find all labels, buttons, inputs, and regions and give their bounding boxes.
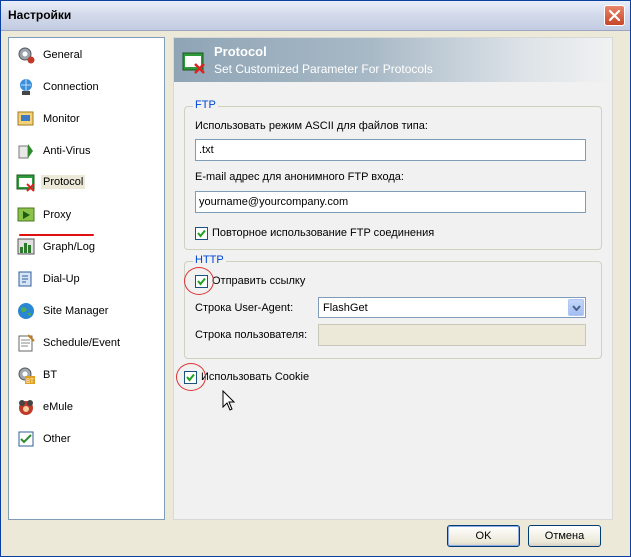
sidebar-item-label: Proxy: [43, 209, 72, 221]
dialup-icon: [18, 271, 32, 287]
user-agent-value: FlashGet: [323, 302, 368, 314]
sidebar-item-connection[interactable]: Connection: [14, 74, 159, 100]
section-banner: Protocol Set Customized Parameter For Pr…: [174, 38, 612, 82]
graph-icon: [17, 238, 35, 255]
sidebar-item-label: Other: [43, 433, 71, 445]
highlight-circle: [184, 267, 214, 295]
reuse-connection-label: Повторное использование FTP соединения: [212, 227, 435, 239]
sidebar-item-label: Graph/Log: [43, 241, 95, 253]
sidebar-item-other[interactable]: Other: [14, 426, 159, 452]
section-subtitle: Set Customized Parameter For Protocols: [214, 62, 433, 76]
email-label: E-mail адрес для анонимного FTP входа:: [195, 171, 404, 183]
reuse-connection-checkbox[interactable]: [195, 227, 208, 240]
http-group: HTTP Отправить ссылку Строка User-Agent:…: [184, 254, 602, 359]
settings-panel: Protocol Set Customized Parameter For Pr…: [173, 37, 613, 520]
emule-icon: [19, 400, 33, 415]
sidebar-item-label: Schedule/Event: [43, 337, 121, 349]
sidebar-item-label: Connection: [43, 81, 99, 93]
chevron-down-icon: [572, 305, 581, 311]
cancel-button[interactable]: Отмена: [528, 525, 601, 547]
sidebar-item-graphlog[interactable]: Graph/Log: [14, 234, 159, 260]
protocol-icon: [182, 52, 205, 74]
sidebar-item-general[interactable]: General: [14, 42, 159, 68]
ftp-group: FTP Использовать режим ASCII для файлов …: [184, 99, 602, 250]
sidebar-item-proxy[interactable]: Proxy: [14, 202, 159, 228]
svg-text:BT: BT: [26, 378, 34, 385]
sidebar-item-label: Anti-Virus: [43, 145, 91, 157]
connection-icon: [20, 79, 32, 95]
section-title: Protocol: [214, 44, 267, 59]
selection-underline: [19, 234, 94, 236]
http-legend: HTTP: [193, 254, 226, 266]
sidebar-item-sitemanager[interactable]: Site Manager: [14, 298, 159, 324]
ftp-legend: FTP: [193, 99, 218, 111]
sidebar-item-label: BT: [43, 369, 58, 381]
sidebar-item-bt[interactable]: BT BT: [14, 362, 159, 388]
dropdown-button[interactable]: [568, 299, 584, 316]
close-button[interactable]: [604, 5, 625, 26]
monitor-icon: [17, 111, 34, 126]
ok-button[interactable]: OK: [447, 525, 520, 547]
bt-icon: BT: [18, 367, 35, 385]
sidebar-item-label: Dial-Up: [43, 273, 80, 285]
sidebar-item-label: eMule: [43, 401, 73, 413]
gear-icon: [18, 47, 35, 64]
settings-window: Настройки General Connection Monitor Ant…: [0, 0, 631, 557]
highlight-circle: [176, 363, 206, 391]
use-cookie-label: Использовать Cookie: [201, 371, 310, 383]
ascii-label: Использовать режим ASCII для файлов типа…: [195, 120, 428, 132]
sidebar-item-protocol[interactable]: Protocol: [14, 170, 159, 196]
checklist-icon: [18, 431, 34, 447]
close-icon: [608, 9, 621, 22]
sidebar-item-emule[interactable]: eMule: [14, 394, 159, 420]
sidebar-item-dialup[interactable]: Dial-Up: [14, 266, 159, 292]
user-agent-select[interactable]: FlashGet: [318, 297, 586, 318]
sidebar-item-label: Monitor: [43, 113, 80, 125]
settings-sidebar: General Connection Monitor Anti-Virus Pr…: [8, 37, 165, 520]
user-string-input[interactable]: [318, 324, 586, 346]
mouse-cursor-icon: [222, 390, 236, 411]
window-title: Настройки: [8, 8, 72, 22]
sidebar-item-label: Site Manager: [43, 305, 109, 317]
sidebar-item-label: Protocol: [41, 175, 86, 189]
sidebar-item-monitor[interactable]: Monitor: [14, 106, 159, 132]
globe-icon: [18, 303, 34, 319]
checkmark-icon: [197, 229, 206, 238]
antivirus-icon: [18, 144, 33, 159]
sidebar-item-label: General: [43, 49, 83, 61]
title-bar[interactable]: Настройки: [1, 1, 630, 31]
proxy-icon: [17, 207, 35, 222]
user-agent-label: Строка User-Agent:: [195, 302, 294, 314]
email-input[interactable]: yourname@yourcompany.com: [195, 191, 586, 213]
user-string-label: Строка пользователя:: [195, 329, 308, 341]
schedule-icon: [18, 334, 35, 352]
send-referrer-label: Отправить ссылку: [212, 275, 306, 287]
sidebar-item-antivirus[interactable]: Anti-Virus: [14, 138, 159, 164]
sidebar-item-schedule[interactable]: Schedule/Event: [14, 330, 159, 356]
ascii-types-input[interactable]: .txt: [195, 139, 586, 161]
protocol-icon: [16, 174, 35, 192]
